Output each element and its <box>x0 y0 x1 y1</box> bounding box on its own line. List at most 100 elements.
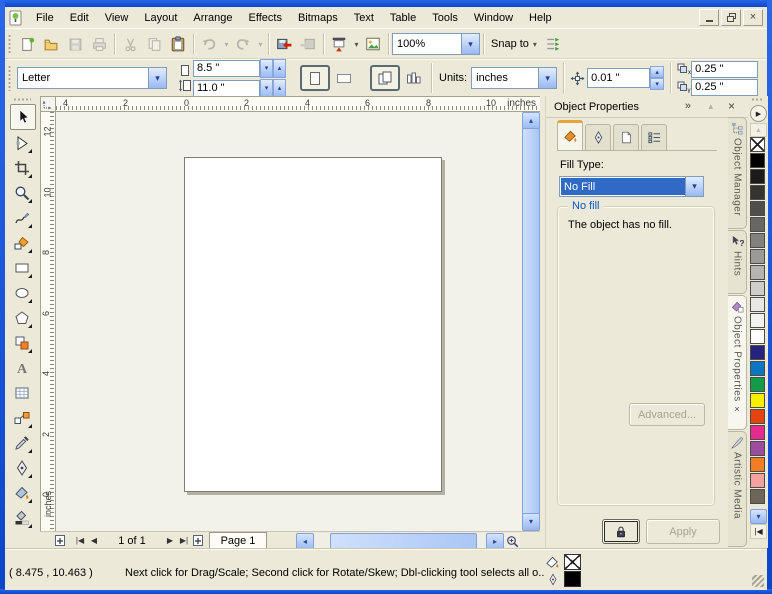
paper-width-field[interactable]: 8.5 " <box>193 59 260 77</box>
palette-flyout-icon[interactable]: ▶ <box>750 105 767 122</box>
page-tab[interactable]: Page 1 <box>209 532 267 549</box>
landscape-button[interactable] <box>330 66 358 90</box>
paper-width-increase-icon[interactable]: ▴ <box>273 58 286 78</box>
save-icon[interactable] <box>63 32 87 56</box>
cut-icon[interactable] <box>118 32 142 56</box>
nudge-increase-icon[interactable]: ▴ <box>650 66 665 78</box>
paper-height-increase-icon[interactable]: ▴ <box>273 78 286 98</box>
color-swatch[interactable] <box>750 457 765 472</box>
previous-page-icon[interactable]: ◀ <box>87 534 101 548</box>
interactive-blend-tool[interactable] <box>10 406 34 430</box>
color-swatch[interactable] <box>750 201 765 216</box>
apply-button[interactable]: Apply <box>646 519 720 544</box>
application-launcher-dropdown-icon[interactable]: ▾ <box>351 32 361 56</box>
paste-icon[interactable] <box>166 32 190 56</box>
shape-tool[interactable] <box>10 131 34 155</box>
tab-page[interactable] <box>613 124 639 150</box>
paper-height-decrease-icon[interactable]: ▾ <box>260 78 273 98</box>
tab-summary[interactable] <box>641 124 667 150</box>
all-pages-same-size-button[interactable] <box>370 65 400 91</box>
scrollbar-thumb[interactable] <box>522 128 540 515</box>
new-document-icon[interactable] <box>15 32 39 56</box>
menu-view[interactable]: View <box>97 9 137 27</box>
fill-tool[interactable] <box>10 481 34 505</box>
chevron-down-icon[interactable]: ▾ <box>538 68 557 88</box>
color-swatch[interactable] <box>750 425 765 440</box>
palette-scroll-down-icon[interactable]: ▾ <box>750 509 767 524</box>
chevron-down-icon[interactable]: ▾ <box>685 177 703 196</box>
color-swatch[interactable] <box>750 233 765 248</box>
drawing-page[interactable] <box>184 157 442 492</box>
nudge-decrease-icon[interactable]: ▾ <box>650 78 665 90</box>
color-swatch[interactable] <box>750 297 765 312</box>
tab-fill[interactable] <box>557 120 583 150</box>
different-page-sizes-button[interactable] <box>400 66 428 90</box>
paper-type-combo[interactable]: Letter ▾ <box>17 67 167 89</box>
nudge-offset-field[interactable]: 0.01 " <box>587 68 651 88</box>
redo-dropdown-icon[interactable]: ▾ <box>255 32 265 56</box>
zoom-level-combo[interactable]: 100% ▾ <box>392 33 480 55</box>
docker-rollup-icon[interactable]: ▴ <box>708 101 713 112</box>
resize-grip[interactable] <box>752 575 764 587</box>
zoom-tool[interactable] <box>10 181 34 205</box>
redo-icon[interactable] <box>231 32 255 56</box>
menu-file[interactable]: File <box>28 9 62 27</box>
tab-close-icon[interactable]: × <box>734 404 739 414</box>
color-swatch[interactable] <box>750 409 765 424</box>
chevron-down-icon[interactable]: ▾ <box>461 34 479 54</box>
duplicate-distance-x-field[interactable]: 0.25 " <box>691 60 759 78</box>
paper-height-field[interactable]: 11.0 " <box>193 79 260 97</box>
color-swatch[interactable] <box>750 217 765 232</box>
tab-object-manager[interactable]: Object Manager <box>728 117 747 229</box>
pick-tool[interactable] <box>10 104 36 130</box>
color-swatch[interactable] <box>750 377 765 392</box>
menu-edit[interactable]: Edit <box>62 9 97 27</box>
no-color-swatch[interactable] <box>750 137 765 152</box>
export-icon[interactable] <box>296 32 320 56</box>
color-swatch[interactable] <box>750 169 765 184</box>
eyedropper-tool[interactable] <box>10 431 34 455</box>
color-swatch[interactable] <box>750 345 765 360</box>
property-bar-grip[interactable] <box>8 65 11 91</box>
color-swatch[interactable] <box>750 265 765 280</box>
palette-grip[interactable] <box>751 98 763 101</box>
rectangle-tool[interactable] <box>10 256 34 280</box>
last-page-icon[interactable]: ▶| <box>177 534 191 548</box>
color-swatch[interactable] <box>750 441 765 456</box>
docker-close-icon[interactable]: × <box>728 99 735 113</box>
crop-tool[interactable] <box>10 156 34 180</box>
docker-collapse-icon[interactable]: » <box>685 100 691 112</box>
vertical-scrollbar[interactable]: ▴ ▾ <box>522 112 540 531</box>
menu-help[interactable]: Help <box>521 9 560 27</box>
color-swatch[interactable] <box>750 329 765 344</box>
advanced-button[interactable]: Advanced... <box>629 403 705 426</box>
color-swatch[interactable] <box>750 185 765 200</box>
interactive-fill-tool[interactable] <box>10 506 34 530</box>
minimize-icon[interactable] <box>699 9 719 26</box>
color-swatch[interactable] <box>750 361 765 376</box>
first-page-icon[interactable]: |◀ <box>73 534 87 548</box>
import-icon[interactable] <box>272 32 296 56</box>
restore-icon[interactable] <box>721 9 741 26</box>
menu-bitmaps[interactable]: Bitmaps <box>290 9 346 27</box>
navigator-magnifier-icon[interactable] <box>504 533 520 549</box>
horizontal-ruler[interactable]: 4 2 0 2 4 6 8 10 inches <box>56 96 540 112</box>
color-swatch[interactable] <box>750 281 765 296</box>
toolbar-grip[interactable] <box>8 34 11 54</box>
menu-window[interactable]: Window <box>466 9 521 27</box>
print-icon[interactable] <box>87 32 111 56</box>
color-swatch[interactable] <box>750 249 765 264</box>
application-launcher-icon[interactable] <box>327 32 351 56</box>
fill-type-combo[interactable]: No Fill ▾ <box>559 176 704 197</box>
next-page-icon[interactable]: ▶ <box>163 534 177 548</box>
menu-layout[interactable]: Layout <box>136 9 185 27</box>
tab-hints[interactable]: ? Hints <box>728 230 747 294</box>
table-tool[interactable] <box>10 381 34 405</box>
polygon-tool[interactable] <box>10 306 34 330</box>
outline-pen-tool[interactable] <box>10 456 34 480</box>
open-icon[interactable] <box>39 32 63 56</box>
paper-width-decrease-icon[interactable]: ▾ <box>260 58 273 78</box>
toolbox-grip[interactable] <box>13 98 31 101</box>
menu-text[interactable]: Text <box>346 9 382 27</box>
freehand-tool[interactable] <box>10 206 34 230</box>
